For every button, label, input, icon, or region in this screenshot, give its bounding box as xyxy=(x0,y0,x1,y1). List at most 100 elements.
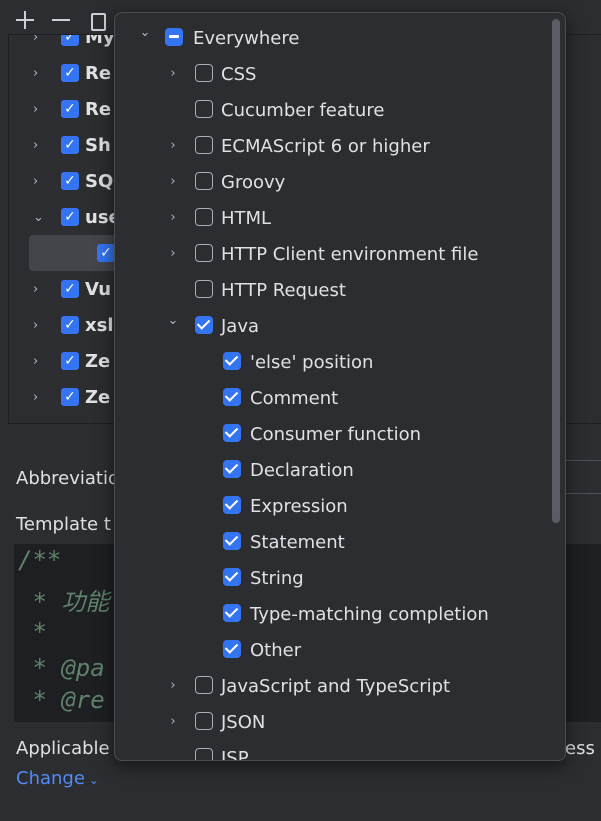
editor-line: * @pa xyxy=(18,654,105,682)
context-item[interactable]: › CSS xyxy=(115,56,551,92)
chevron-down-icon[interactable]: ⌄ xyxy=(33,210,45,225)
checkbox[interactable] xyxy=(195,244,213,262)
context-item[interactable]: Type-matching completion xyxy=(115,596,551,632)
chevron-right-icon[interactable]: › xyxy=(165,200,181,236)
chevron-right-icon[interactable]: › xyxy=(165,56,181,92)
checkbox[interactable]: ✓ xyxy=(61,316,79,334)
chevron-right-icon[interactable]: › xyxy=(165,236,181,272)
checkbox[interactable] xyxy=(195,208,213,226)
checkbox[interactable] xyxy=(195,280,213,298)
chevron-right-icon[interactable]: › xyxy=(165,668,181,704)
tree-row[interactable]: › ✓ Sh xyxy=(9,127,111,163)
context-item[interactable]: ⌄ Java xyxy=(115,308,551,344)
context-item[interactable]: Declaration xyxy=(115,452,551,488)
tree-row-label: Ze xyxy=(85,386,111,408)
checkbox[interactable] xyxy=(223,604,241,622)
context-item-label: JSP xyxy=(221,747,249,761)
chevron-right-icon[interactable]: › xyxy=(165,128,181,164)
copy-icon[interactable] xyxy=(86,9,108,31)
context-item[interactable]: › ECMAScript 6 or higher xyxy=(115,128,551,164)
context-item[interactable]: › JavaScript and TypeScript xyxy=(115,668,551,704)
tree-row-label: My xyxy=(85,34,115,48)
context-item-label: Consumer function xyxy=(250,423,422,445)
checkbox[interactable] xyxy=(223,568,241,586)
tree-row[interactable]: › ✓ Ze xyxy=(9,343,110,379)
chevron-right-icon[interactable]: › xyxy=(33,102,45,117)
editor-line: /** xyxy=(18,546,62,574)
checkbox[interactable] xyxy=(223,640,241,658)
checkbox[interactable] xyxy=(223,496,241,514)
context-item[interactable]: String xyxy=(115,560,551,596)
chevron-down-icon[interactable]: ⌄ xyxy=(137,20,153,56)
context-item-label: HTTP Request xyxy=(221,279,346,301)
chevron-right-icon[interactable]: › xyxy=(33,138,45,153)
tree-row-label: Sh xyxy=(85,134,111,156)
context-item[interactable]: Cucumber feature xyxy=(115,92,551,128)
checkbox[interactable] xyxy=(223,388,241,406)
checkbox[interactable] xyxy=(223,424,241,442)
context-item[interactable]: HTTP Request xyxy=(115,272,551,308)
context-item[interactable]: › HTTP Client environment file xyxy=(115,236,551,272)
tree-row-label: Re xyxy=(85,62,112,84)
popup-scrollbar[interactable] xyxy=(552,19,560,523)
checkbox[interactable]: ✓ xyxy=(61,280,79,298)
checkbox[interactable] xyxy=(223,460,241,478)
tree-row[interactable]: › ✓ Re xyxy=(9,55,111,91)
context-item[interactable]: 'else' position xyxy=(115,344,551,380)
chevron-right-icon[interactable]: › xyxy=(33,354,45,369)
change-link[interactable]: Change ⌄ xyxy=(16,768,99,789)
tree-row[interactable]: › ✓ My xyxy=(9,34,115,55)
context-item[interactable]: Consumer function xyxy=(115,416,551,452)
chevron-right-icon[interactable]: › xyxy=(33,66,45,81)
checkbox[interactable] xyxy=(195,676,213,694)
chevron-right-icon[interactable]: › xyxy=(33,174,45,189)
context-item[interactable]: Other xyxy=(115,632,551,668)
editor-line: * @re xyxy=(18,686,105,714)
context-item[interactable]: JSP xyxy=(115,740,551,761)
checkbox[interactable]: ✓ xyxy=(61,172,79,190)
checkbox[interactable] xyxy=(195,172,213,190)
checkbox[interactable] xyxy=(195,712,213,730)
checkbox[interactable] xyxy=(195,100,213,118)
tree-row[interactable]: › ✓ Ze xyxy=(9,379,110,415)
tree-row-label: Vu xyxy=(85,278,112,300)
checkbox[interactable] xyxy=(195,316,213,334)
checkbox[interactable] xyxy=(195,748,213,760)
checkbox[interactable] xyxy=(165,28,183,46)
chevron-right-icon[interactable]: › xyxy=(165,704,181,740)
tree-row[interactable]: › ✓ SQ xyxy=(9,163,113,199)
checkbox[interactable]: ✓ xyxy=(61,64,79,82)
context-item[interactable]: ⌄ Everywhere xyxy=(115,20,551,56)
chevron-right-icon[interactable]: › xyxy=(33,390,45,405)
checkbox[interactable]: ✓ xyxy=(61,352,79,370)
checkbox[interactable] xyxy=(195,136,213,154)
checkbox[interactable]: ✓ xyxy=(61,100,79,118)
context-item[interactable]: Expression xyxy=(115,488,551,524)
checkbox[interactable] xyxy=(223,352,241,370)
chevron-right-icon[interactable]: › xyxy=(165,164,181,200)
tree-row[interactable]: ⌄ ✓ use xyxy=(9,199,121,235)
tree-row[interactable]: › ✓ Vu xyxy=(9,271,111,307)
checkbox[interactable] xyxy=(195,64,213,82)
context-item[interactable]: Statement xyxy=(115,524,551,560)
checkbox[interactable]: ✓ xyxy=(61,35,79,46)
context-item[interactable]: › JSON xyxy=(115,704,551,740)
checkbox[interactable]: ✓ xyxy=(61,208,79,226)
checkbox[interactable]: ✓ xyxy=(61,388,79,406)
checkbox[interactable] xyxy=(223,532,241,550)
chevron-right-icon[interactable]: › xyxy=(33,318,45,333)
add-icon[interactable] xyxy=(14,9,36,31)
tree-row[interactable]: › ✓ Re xyxy=(9,91,111,127)
remove-icon[interactable] xyxy=(50,9,72,31)
chevron-right-icon[interactable]: › xyxy=(33,35,45,45)
editor-line: * 功能 xyxy=(18,588,110,616)
checkbox[interactable]: ✓ xyxy=(61,136,79,154)
chevron-right-icon[interactable]: › xyxy=(33,282,45,297)
context-item-label: Cucumber feature xyxy=(221,99,385,121)
chevron-down-icon[interactable]: ⌄ xyxy=(165,308,181,344)
context-item[interactable]: › HTML xyxy=(115,200,551,236)
tree-row[interactable]: › ✓ xsl xyxy=(9,307,114,343)
context-item[interactable]: › Groovy xyxy=(115,164,551,200)
checkbox[interactable]: ✓ xyxy=(97,244,115,262)
context-item[interactable]: Comment xyxy=(115,380,551,416)
